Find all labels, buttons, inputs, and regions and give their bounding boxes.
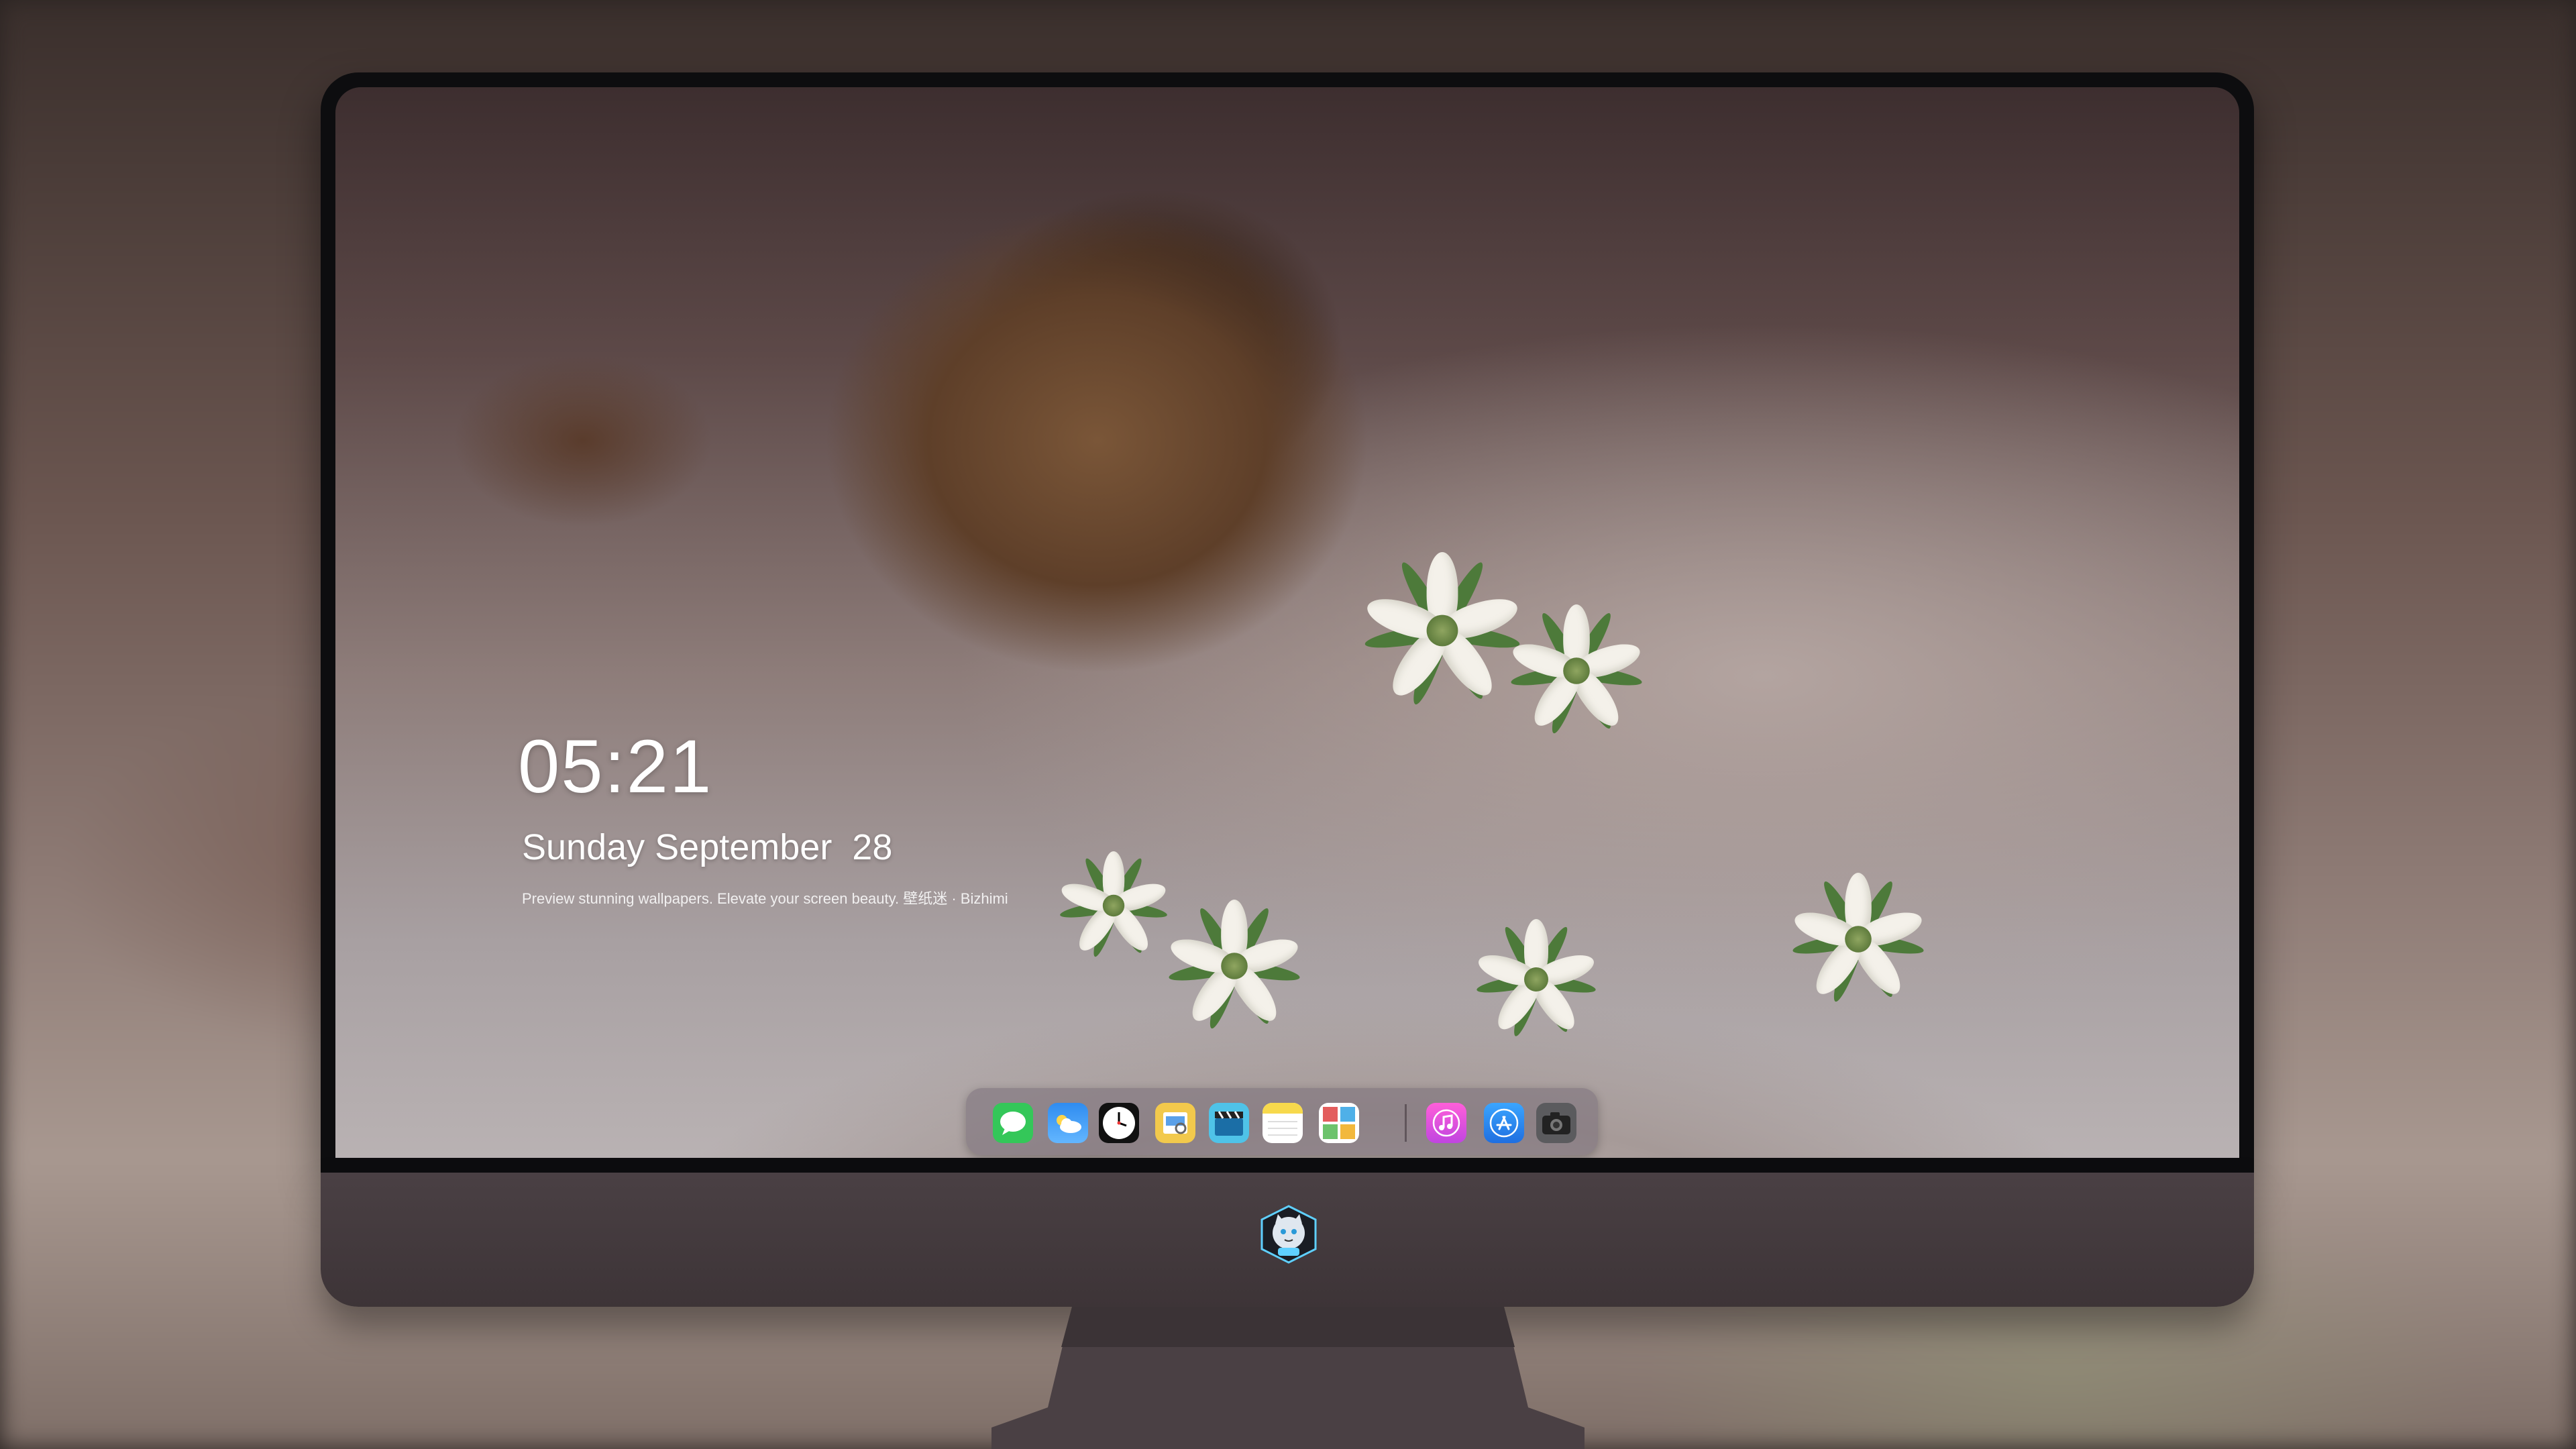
cat-astronaut-logo-icon — [1258, 1203, 1320, 1265]
flower-decoration — [1167, 900, 1302, 1032]
flower-center — [1524, 967, 1548, 991]
music-icon[interactable] — [1426, 1103, 1466, 1143]
wallpaper-tagline: Preview stunning wallpapers. Elevate you… — [522, 890, 1008, 907]
flower-center — [1563, 657, 1590, 684]
flower-decoration — [1790, 873, 1926, 1006]
weather-icon[interactable] — [1048, 1103, 1088, 1143]
dock — [966, 1088, 1598, 1155]
app-store-icon[interactable] — [1484, 1103, 1524, 1143]
dock-separator — [1405, 1104, 1407, 1142]
lock-screen-time: 05:21 — [518, 724, 713, 808]
messages-icon[interactable] — [993, 1103, 1033, 1143]
flower-decoration — [1474, 919, 1598, 1040]
flower-decoration — [1509, 604, 1644, 737]
lock-screen-date: Sunday September 28 — [522, 827, 893, 867]
notes-icon[interactable] — [1263, 1103, 1303, 1143]
clapper-icon[interactable] — [1209, 1103, 1249, 1143]
monitor-bezel: 05:21 Sunday September 28 Preview stunni… — [321, 72, 2254, 1173]
flower-decoration — [1362, 552, 1522, 709]
clock-icon[interactable] — [1099, 1103, 1139, 1143]
preview-icon[interactable] — [1155, 1103, 1195, 1143]
camera-icon[interactable] — [1536, 1103, 1576, 1143]
flower-center — [1426, 614, 1458, 647]
flower-decoration — [1058, 851, 1169, 960]
photo-grid-icon[interactable] — [1319, 1103, 1359, 1143]
monitor: 05:21 Sunday September 28 Preview stunni… — [321, 72, 2254, 1307]
monitor-stand — [991, 1307, 1585, 1449]
flower-center — [1845, 926, 1872, 953]
lock-screen[interactable]: 05:21 Sunday September 28 Preview stunni… — [335, 87, 2239, 1158]
flower-center — [1221, 953, 1248, 979]
flower-center — [1102, 894, 1125, 917]
